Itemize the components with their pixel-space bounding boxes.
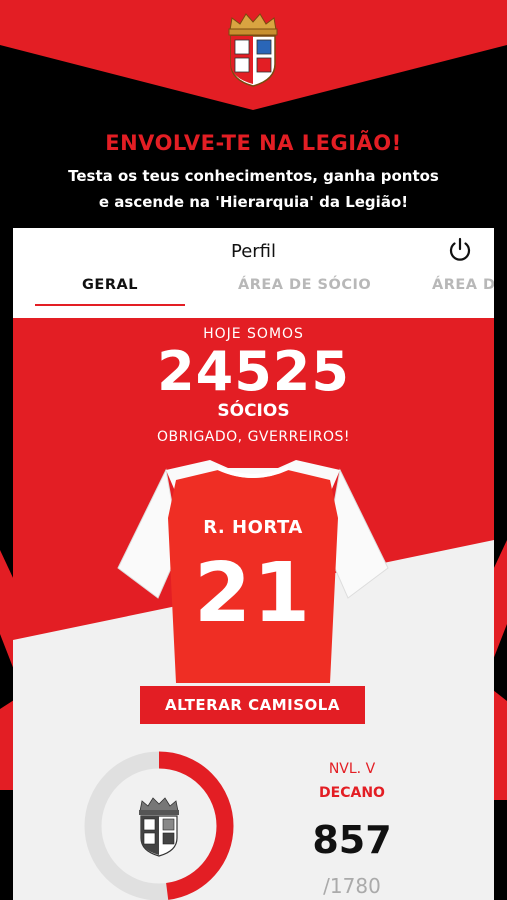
decor-stripe	[0, 550, 14, 670]
tab-geral[interactable]: GERAL	[35, 277, 185, 293]
page-subline: Testa os teus conhecimentos, ganha ponto…	[68, 167, 439, 185]
decor-stripe	[493, 540, 507, 660]
tab-area-truncated[interactable]: ÁREA D	[432, 277, 494, 293]
power-icon[interactable]	[446, 236, 474, 264]
decor-stripe	[493, 690, 507, 800]
members-count: 24525	[157, 340, 350, 403]
rank-label: DECANO	[319, 785, 385, 801]
points-value: 857	[312, 818, 392, 862]
jersey-name: R. HORTA	[203, 517, 303, 538]
decor-stripe	[0, 700, 14, 790]
members-unit: SÓCIOS	[217, 401, 290, 421]
jersey-number: 21	[193, 546, 313, 641]
points-total: /1780	[323, 874, 381, 898]
page-headline: ENVOLVE-TE NA LEGIÃO!	[105, 131, 402, 155]
page-subline: e ascende na 'Hierarquia' da Legião!	[98, 193, 409, 211]
active-tab-indicator	[35, 304, 185, 306]
profile-card: Perfil GERAL ÁREA DE SÓCIO ÁREA D HOJE S…	[13, 228, 494, 900]
tab-area-de-socio[interactable]: ÁREA DE SÓCIO	[238, 277, 371, 293]
club-crest-icon	[134, 795, 184, 857]
change-jersey-button[interactable]: ALTERAR CAMISOLA	[140, 686, 365, 724]
level-label: NVL. V	[328, 761, 376, 777]
club-crest-logo	[222, 10, 284, 88]
members-thanks: OBRIGADO, GVERREIROS!	[156, 429, 351, 445]
page-title: Perfil	[230, 241, 277, 262]
